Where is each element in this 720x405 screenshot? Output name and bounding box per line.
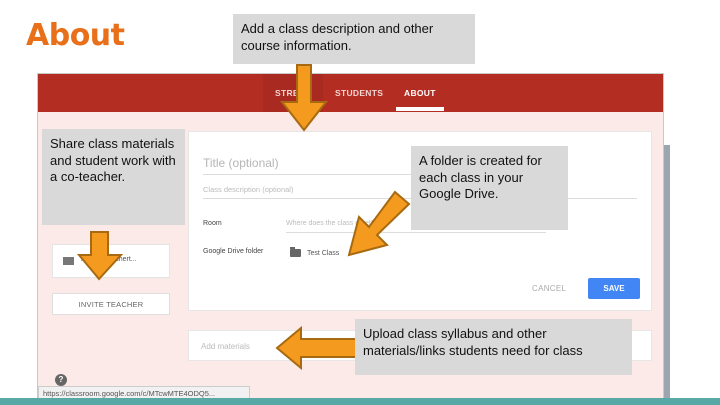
cancel-button[interactable]: CANCEL [532, 284, 566, 293]
description-input[interactable]: Class description (optional) [203, 185, 293, 194]
title-input-underline [203, 174, 413, 175]
mail-icon [63, 257, 74, 265]
tab-students[interactable]: STUDENTS [335, 88, 383, 98]
folder-icon [290, 247, 301, 257]
help-icon[interactable]: ? [55, 374, 67, 386]
arrow-down-icon [77, 231, 123, 281]
arrow-down-left-icon [347, 190, 411, 257]
callout-drive-folder: A folder is created for each class in yo… [411, 146, 568, 230]
arrow-left-icon [275, 326, 358, 370]
add-materials-input[interactable]: Add materials [201, 342, 250, 351]
invite-teacher-button[interactable]: INVITE TEACHER [52, 293, 170, 315]
callout-description: Add a class description and other course… [233, 14, 475, 64]
arrow-down-icon [280, 64, 328, 132]
screenshot-edge [664, 145, 670, 400]
classroom-top-bar: STRE STUDENTS ABOUT [38, 74, 663, 112]
room-input-underline [286, 232, 546, 233]
save-button[interactable]: SAVE [588, 278, 640, 299]
tab-about[interactable]: ABOUT [404, 88, 436, 98]
callout-materials: Upload class syllabus and other material… [355, 319, 632, 375]
bottom-accent-bar [0, 398, 720, 405]
callout-co-teacher: Share class materials and student work w… [42, 129, 185, 225]
active-tab-indicator [396, 107, 444, 111]
slide-title: About [26, 18, 125, 53]
room-label: Room [203, 220, 222, 227]
title-input[interactable]: Title (optional) [203, 156, 279, 170]
drive-folder-label: Google Drive folder [203, 248, 264, 255]
drive-folder-link[interactable]: Test Class [307, 250, 339, 257]
